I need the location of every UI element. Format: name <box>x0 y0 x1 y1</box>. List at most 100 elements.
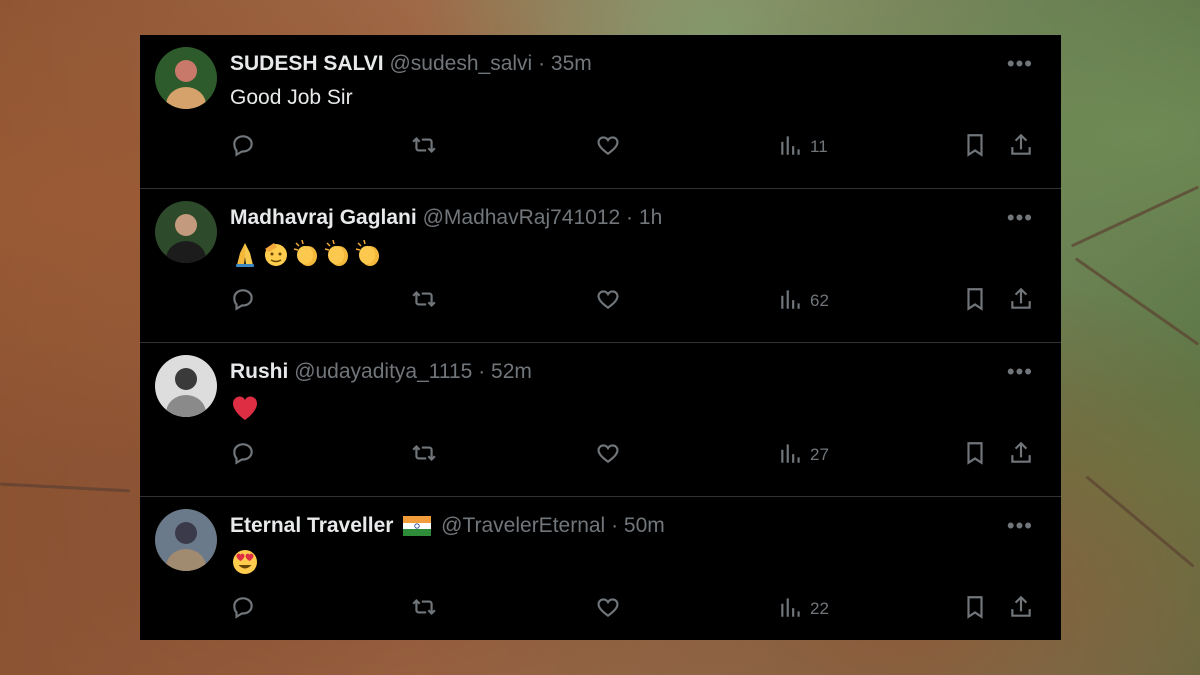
red-heart-emoji <box>230 396 260 420</box>
tweet-text <box>230 239 385 269</box>
heart-icon <box>595 132 621 163</box>
views-button[interactable]: 22 <box>778 593 829 625</box>
reply-icon <box>230 286 256 317</box>
views-button[interactable]: 11 <box>778 131 828 163</box>
timestamp[interactable]: 35m <box>551 52 592 75</box>
analytics-icon <box>778 286 804 317</box>
separator-dot: · <box>478 360 486 383</box>
separator-dot: · <box>626 206 634 229</box>
background-twig <box>0 482 130 493</box>
separator-dot: · <box>611 514 619 537</box>
bookmark-button[interactable] <box>962 285 988 317</box>
analytics-icon <box>778 594 804 625</box>
clapping-hands-emoji <box>292 239 322 266</box>
retweet-icon <box>411 286 437 317</box>
views-count: 27 <box>810 445 829 464</box>
timestamp[interactable]: 52m <box>491 360 532 383</box>
analytics-icon <box>778 440 804 471</box>
tweet-header: Eternal Traveller @TravelerEternal · 50m <box>230 513 991 539</box>
timestamp[interactable]: 1h <box>639 206 662 229</box>
folded-hands-emoji <box>230 242 260 267</box>
display-name[interactable]: Eternal Traveller <box>230 514 393 537</box>
display-name[interactable]: Madhavraj Gaglani <box>230 206 417 229</box>
retweet-icon <box>411 440 437 471</box>
share-button[interactable] <box>1008 439 1034 471</box>
more-options-icon[interactable]: ••• <box>1007 513 1033 539</box>
timestamp[interactable]: 50m <box>624 514 665 537</box>
retweet-icon <box>411 132 437 163</box>
tweet-text <box>230 547 261 577</box>
tweet-text: Good Job Sir <box>230 86 353 109</box>
avatar[interactable] <box>155 355 217 417</box>
bookmark-icon <box>962 440 988 471</box>
tweet-reply[interactable]: Rushi @udayaditya_1115 · 52m ••• 27 <box>140 343 1061 497</box>
display-name[interactable]: Rushi <box>230 360 288 383</box>
retweet-button[interactable] <box>411 131 437 163</box>
tweet-reply[interactable]: Madhavraj Gaglani @MadhavRaj741012 · 1h … <box>140 189 1061 343</box>
avatar[interactable] <box>155 201 217 263</box>
tweet-text <box>230 393 261 423</box>
user-handle[interactable]: @MadhavRaj741012 <box>423 206 621 229</box>
bookmark-icon <box>962 594 988 625</box>
share-button[interactable] <box>1008 131 1034 163</box>
retweet-button[interactable] <box>411 285 437 317</box>
user-handle[interactable]: @sudesh_salvi <box>389 52 532 75</box>
saluting-face-emoji <box>261 242 291 266</box>
retweet-button[interactable] <box>411 439 437 471</box>
more-options-icon[interactable]: ••• <box>1007 51 1033 77</box>
bookmark-icon <box>962 132 988 163</box>
user-handle[interactable]: @udayaditya_1115 <box>294 360 472 383</box>
separator-dot: · <box>538 52 546 75</box>
clapping-hands-emoji <box>354 239 384 266</box>
reply-button[interactable] <box>230 593 256 625</box>
bookmark-button[interactable] <box>962 131 988 163</box>
avatar[interactable] <box>155 509 217 571</box>
more-options-icon[interactable]: ••• <box>1007 205 1033 231</box>
share-icon <box>1008 440 1034 471</box>
more-options-icon[interactable]: ••• <box>1007 359 1033 385</box>
replies-panel: SUDESH SALVI @sudesh_salvi · 35m ••• Goo… <box>140 35 1061 640</box>
retweet-button[interactable] <box>411 593 437 625</box>
share-icon <box>1008 286 1034 317</box>
reply-icon <box>230 132 256 163</box>
tweet-actions: 11 <box>230 131 1033 163</box>
tweet-header: Rushi @udayaditya_1115 · 52m <box>230 359 991 385</box>
tweet-reply[interactable]: SUDESH SALVI @sudesh_salvi · 35m ••• Goo… <box>140 35 1061 189</box>
reply-icon <box>230 440 256 471</box>
reply-button[interactable] <box>230 439 256 471</box>
views-button[interactable]: 27 <box>778 439 829 471</box>
views-count: 22 <box>810 599 829 618</box>
tweet-reply[interactable]: Eternal Traveller @TravelerEternal · 50m… <box>140 497 1061 640</box>
heart-icon <box>595 286 621 317</box>
user-handle[interactable]: @TravelerEternal <box>441 514 605 537</box>
background-twig <box>1074 257 1200 346</box>
retweet-icon <box>411 594 437 625</box>
heart-eyes-emoji <box>230 550 260 574</box>
bookmark-button[interactable] <box>962 593 988 625</box>
reply-button[interactable] <box>230 131 256 163</box>
views-button[interactable]: 62 <box>778 285 829 317</box>
tweet-header: SUDESH SALVI @sudesh_salvi · 35m <box>230 51 991 77</box>
like-button[interactable] <box>595 285 621 317</box>
share-button[interactable] <box>1008 593 1034 625</box>
reply-icon <box>230 594 256 625</box>
bookmark-button[interactable] <box>962 439 988 471</box>
avatar[interactable] <box>155 47 217 109</box>
tweet-actions: 62 <box>230 285 1033 317</box>
like-button[interactable] <box>595 439 621 471</box>
reply-button[interactable] <box>230 285 256 317</box>
tweet-actions: 22 <box>230 593 1033 625</box>
views-count: 62 <box>810 291 829 310</box>
like-button[interactable] <box>595 593 621 625</box>
share-button[interactable] <box>1008 285 1034 317</box>
display-name[interactable]: SUDESH SALVI <box>230 52 384 75</box>
heart-icon <box>595 440 621 471</box>
like-button[interactable] <box>595 131 621 163</box>
tweet-actions: 27 <box>230 439 1033 471</box>
background-twig <box>1085 475 1195 568</box>
analytics-icon <box>778 132 804 163</box>
background-twig <box>1070 185 1200 248</box>
bookmark-icon <box>962 286 988 317</box>
views-count: 11 <box>810 137 828 156</box>
india-flag-emoji <box>403 514 432 537</box>
